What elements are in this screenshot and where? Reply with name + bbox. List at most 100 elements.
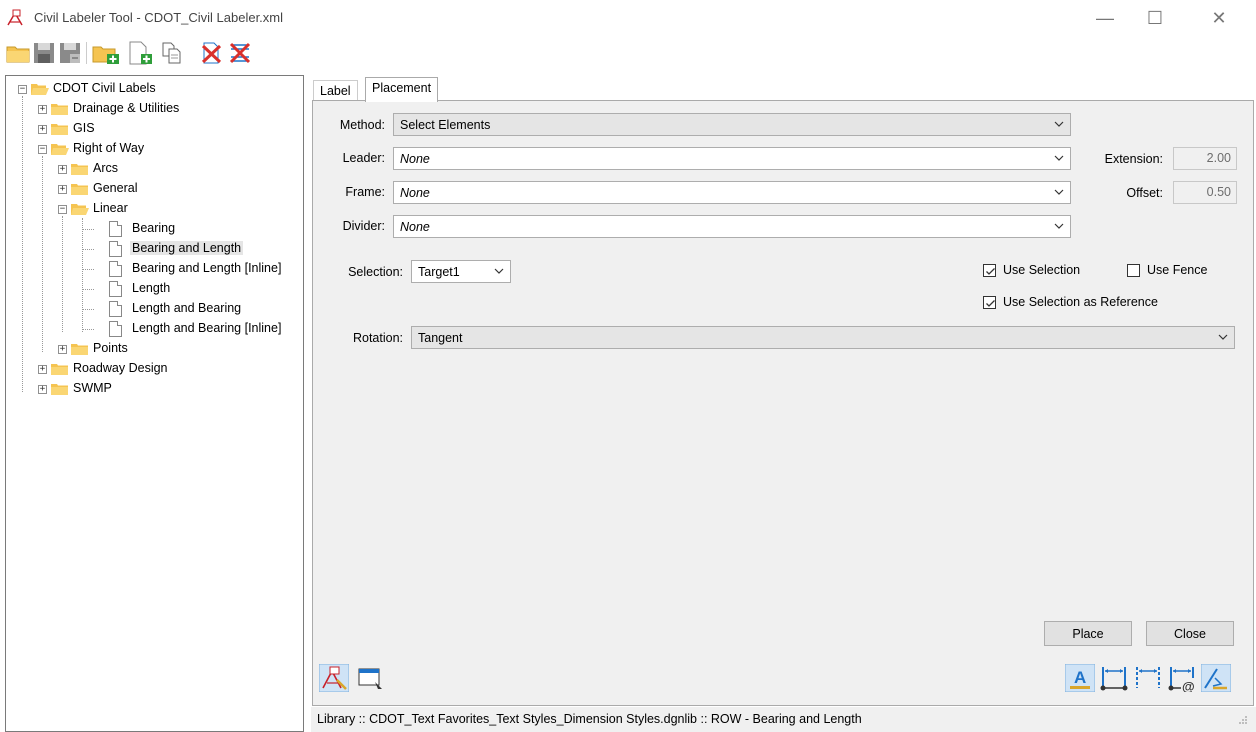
tree-node-bearing-and-length-inline[interactable]: Bearing and Length [Inline] <box>6 259 303 279</box>
slope-label-icon[interactable] <box>1201 664 1231 692</box>
dimension-at-icon[interactable]: @ <box>1167 664 1197 692</box>
tree-node-roadway-design[interactable]: + Roadway Design <box>6 359 303 379</box>
close-window-button[interactable]: ✕ <box>1196 0 1242 36</box>
dimension-dashed-icon[interactable] <box>1133 664 1163 692</box>
tree-node-length[interactable]: Length <box>6 279 303 299</box>
tree-label: Length <box>132 281 171 295</box>
delete-icon[interactable] <box>200 41 224 65</box>
divider-dropdown[interactable]: None <box>393 215 1071 238</box>
use-fence-checkbox[interactable] <box>1127 264 1140 277</box>
extension-field[interactable]: 2.00 <box>1173 147 1237 170</box>
tree-node-bearing-and-length[interactable]: Bearing and Length <box>6 239 303 259</box>
app-icon <box>7 9 23 26</box>
window-title: Civil Labeler Tool - CDOT_Civil Labeler.… <box>34 10 284 25</box>
tree-node-points[interactable]: + Points <box>6 339 303 359</box>
tree-label: Right of Way <box>73 141 145 155</box>
method-value: Select Elements <box>400 117 491 132</box>
rotation-dropdown[interactable]: Tangent <box>411 326 1235 349</box>
label-placement-icon[interactable] <box>319 664 349 692</box>
folder-open-icon <box>51 144 69 155</box>
text-style-icon[interactable]: A <box>1065 664 1095 692</box>
copy-icon[interactable] <box>160 41 184 65</box>
folder-icon <box>51 364 68 375</box>
tab-strip: Label Placement <box>311 75 1256 102</box>
tree-label: Linear <box>93 201 128 215</box>
use-selection-reference-checkbox[interactable] <box>983 296 996 309</box>
tree-node-arcs[interactable]: + Arcs <box>6 159 303 179</box>
chevron-down-icon <box>1054 155 1064 161</box>
tree-label: Points <box>93 341 128 355</box>
method-label: Method: <box>339 118 385 132</box>
selection-dropdown[interactable]: Target1 <box>411 260 511 283</box>
tree-node-length-and-bearing-inline[interactable]: Length and Bearing [Inline] <box>6 319 303 339</box>
status-bar: Library :: CDOT_Text Favorites_Text Styl… <box>311 707 1256 732</box>
label-tree[interactable]: − CDOT Civil Labels + Drainage & Utiliti… <box>5 75 304 732</box>
collapse-icon[interactable]: − <box>58 205 67 214</box>
tab-placement[interactable]: Placement <box>365 77 439 102</box>
label-doc-icon <box>109 261 122 277</box>
collapse-icon[interactable]: − <box>38 145 47 154</box>
label-doc-icon <box>109 301 122 317</box>
folder-open-icon <box>31 84 49 95</box>
tree-node-drainage[interactable]: + Drainage & Utilities <box>6 99 303 119</box>
offset-label: Offset: <box>1126 186 1163 200</box>
minimize-button[interactable]: — <box>1082 0 1128 36</box>
expand-icon[interactable]: + <box>38 365 47 374</box>
folder-icon <box>71 164 88 175</box>
label-doc-icon <box>109 221 122 237</box>
expand-icon[interactable]: + <box>38 105 47 114</box>
resize-grip-icon[interactable] <box>1238 715 1248 725</box>
place-button[interactable]: Place <box>1044 621 1132 646</box>
checkmark-icon <box>986 300 995 307</box>
frame-select-icon[interactable] <box>355 664 385 692</box>
tree-node-length-and-bearing[interactable]: Length and Bearing <box>6 299 303 319</box>
collapse-icon[interactable]: − <box>18 85 27 94</box>
maximize-button[interactable]: ☐ <box>1132 0 1178 36</box>
use-selection-checkbox[interactable] <box>983 264 996 277</box>
tree-label: SWMP <box>73 381 112 395</box>
frame-dropdown[interactable]: None <box>393 181 1071 204</box>
tree-node-bearing[interactable]: Bearing <box>6 219 303 239</box>
expand-icon[interactable]: + <box>58 185 67 194</box>
label-doc-icon <box>109 281 122 297</box>
dimension-style-icon[interactable] <box>1099 664 1129 692</box>
tree-node-swmp[interactable]: + SWMP <box>6 379 303 399</box>
expand-icon[interactable]: + <box>38 385 47 394</box>
leader-dropdown[interactable]: None <box>393 147 1071 170</box>
tree-label: CDOT Civil Labels <box>53 81 156 95</box>
rotation-value: Tangent <box>418 330 463 345</box>
toolbar <box>0 36 1256 72</box>
tree-label: General <box>93 181 138 195</box>
expand-icon[interactable]: + <box>58 345 67 354</box>
chevron-down-icon <box>1054 189 1064 195</box>
save-as-icon[interactable] <box>58 41 82 65</box>
tree-label: GIS <box>73 121 95 135</box>
use-selection-reference-label: Use Selection as Reference <box>1003 295 1158 309</box>
label-doc-icon <box>109 241 122 257</box>
chevron-down-icon <box>494 268 504 274</box>
tree-node-gis[interactable]: + GIS <box>6 119 303 139</box>
extension-label: Extension: <box>1104 152 1163 166</box>
tree-node-general[interactable]: + General <box>6 179 303 199</box>
tab-label[interactable]: Label <box>313 80 358 101</box>
tree-node-root[interactable]: − CDOT Civil Labels <box>6 79 303 99</box>
tree-label: Arcs <box>93 161 118 175</box>
save-icon[interactable] <box>32 41 56 65</box>
tree-node-right-of-way[interactable]: − Right of Way <box>6 139 303 159</box>
selection-value: Target1 <box>418 264 460 279</box>
expand-icon[interactable]: + <box>38 125 47 134</box>
offset-field[interactable]: 0.50 <box>1173 181 1237 204</box>
delete-all-icon[interactable] <box>228 41 252 65</box>
open-folder-icon[interactable] <box>6 41 30 65</box>
folder-open-icon <box>71 204 89 215</box>
properties-panel: Label Placement Method: Select Elements … <box>311 75 1256 732</box>
title-bar: Civil Labeler Tool - CDOT_Civil Labeler.… <box>0 0 1256 36</box>
new-label-icon[interactable] <box>126 41 154 65</box>
close-button[interactable]: Close <box>1146 621 1234 646</box>
leader-value: None <box>400 151 430 166</box>
tree-node-linear[interactable]: − Linear <box>6 199 303 219</box>
expand-icon[interactable]: + <box>58 165 67 174</box>
method-dropdown[interactable]: Select Elements <box>393 113 1071 136</box>
new-folder-icon[interactable] <box>92 41 122 65</box>
folder-icon <box>51 384 68 395</box>
